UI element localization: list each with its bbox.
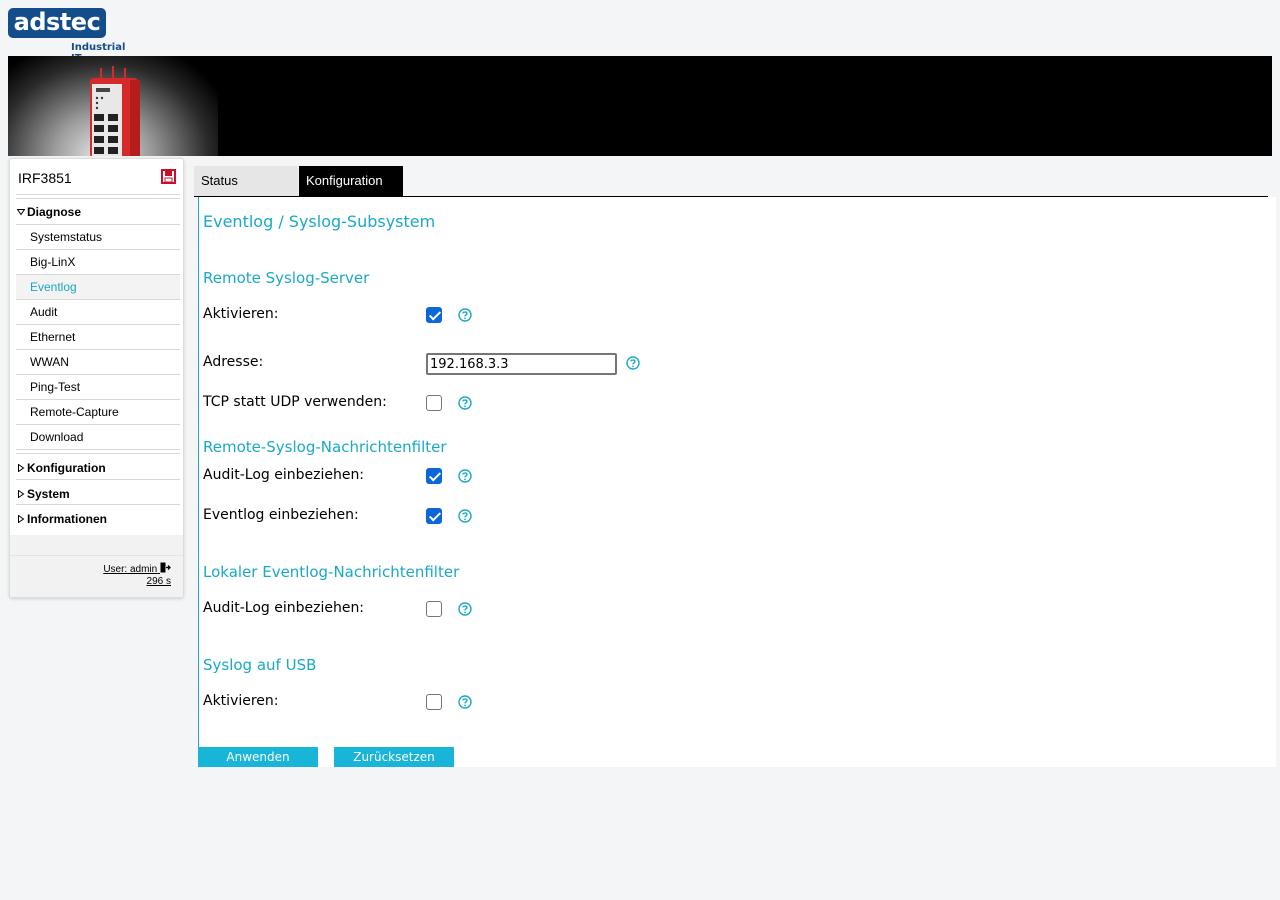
logout-icon (160, 562, 171, 573)
nav-divider (16, 194, 180, 195)
nav-item-systemstatus[interactable]: Systemstatus (16, 225, 180, 250)
nav-group-label: System (27, 487, 70, 501)
nav-item-remote-capture[interactable]: Remote-Capture (16, 400, 180, 425)
device-name: IRF3851 (18, 170, 72, 186)
help-icon[interactable] (458, 308, 472, 322)
nav-item-eventlog[interactable]: Eventlog (16, 275, 180, 300)
help-icon[interactable] (458, 396, 472, 410)
nav-group-konfiguration[interactable]: Konfiguration (16, 456, 180, 480)
section-heading-usb: Syslog auf USB (203, 656, 317, 674)
label-local-audit: Audit-Log einbeziehen: (203, 600, 365, 616)
nav-divider (16, 479, 180, 480)
logo-wordmark: adstec (8, 8, 106, 38)
section-heading-remote-server: Remote Syslog-Server (203, 269, 370, 287)
help-icon[interactable] (458, 602, 472, 616)
nav-divider (16, 504, 180, 505)
label-usb-activate: Aktivieren: (203, 693, 279, 709)
label-remote-audit: Audit-Log einbeziehen: (203, 467, 365, 483)
apply-button[interactable]: Anwenden (198, 747, 318, 767)
address-input[interactable] (426, 353, 617, 375)
checkbox-tcp[interactable] (426, 395, 442, 411)
logout-link[interactable]: User: admin (103, 562, 171, 575)
help-icon[interactable] (458, 695, 472, 709)
router-device-image (90, 66, 140, 156)
nav-item-wwan[interactable]: WWAN (16, 350, 180, 375)
checkbox-remote-eventlog[interactable] (426, 508, 442, 524)
help-icon[interactable] (458, 469, 472, 483)
nav-group-label: Informationen (27, 512, 107, 526)
checkbox-remote-activate[interactable] (426, 307, 442, 323)
nav-item-big-linx[interactable]: Big-LinX (16, 250, 180, 275)
label-address: Adresse: (203, 354, 264, 370)
collapsed-triangle-icon (18, 490, 25, 498)
nav-divider (16, 453, 180, 454)
section-heading-remote-filter: Remote-Syslog-Nachrichtenfilter (203, 438, 447, 456)
nav-divider (16, 198, 180, 199)
nav-group-label: Diagnose (27, 205, 82, 219)
label-remote-activate: Aktivieren: (203, 306, 279, 322)
nav-group-system[interactable]: System (16, 482, 180, 506)
nav-group-informationen[interactable]: Informationen (16, 507, 180, 531)
reset-button[interactable]: Zurücksetzen (334, 747, 454, 767)
help-icon[interactable] (626, 356, 640, 370)
sidebar: IRF3851 Diagnose Systemstatus Big-LinX E… (9, 158, 184, 598)
user-label: User: admin (103, 564, 158, 575)
save-icon[interactable] (161, 169, 176, 184)
nav-item-ping-test[interactable]: Ping-Test (16, 375, 180, 400)
section-heading-local-filter: Lokaler Eventlog-Nachrichtenfilter (203, 563, 460, 581)
session-timer: 296 s (146, 576, 171, 587)
checkbox-local-audit[interactable] (426, 601, 442, 617)
checkbox-remote-audit[interactable] (426, 468, 442, 484)
adstec-logo: adstec Industrial IT (8, 8, 138, 64)
page-title: Eventlog / Syslog-Subsystem (203, 212, 436, 231)
content-left-rule (198, 197, 199, 767)
expanded-triangle-icon (17, 209, 25, 216)
collapsed-triangle-icon (18, 515, 25, 523)
nav-item-ethernet[interactable]: Ethernet (16, 325, 180, 350)
footer-divider (10, 555, 183, 556)
checkbox-usb-activate[interactable] (426, 694, 442, 710)
help-icon[interactable] (458, 509, 472, 523)
nav-group-diagnose[interactable]: Diagnose (16, 200, 180, 224)
label-remote-eventlog: Eventlog einbeziehen: (203, 507, 359, 523)
header-banner (8, 56, 1272, 156)
tab-konfiguration[interactable]: Konfiguration (299, 166, 403, 196)
nav-item-audit[interactable]: Audit (16, 300, 180, 325)
tab-status[interactable]: Status (194, 166, 298, 196)
nav-item-download[interactable]: Download (16, 425, 180, 450)
nav-group-label: Konfiguration (27, 461, 106, 475)
label-tcp: TCP statt UDP verwenden: (203, 394, 387, 410)
collapsed-triangle-icon (18, 464, 25, 472)
